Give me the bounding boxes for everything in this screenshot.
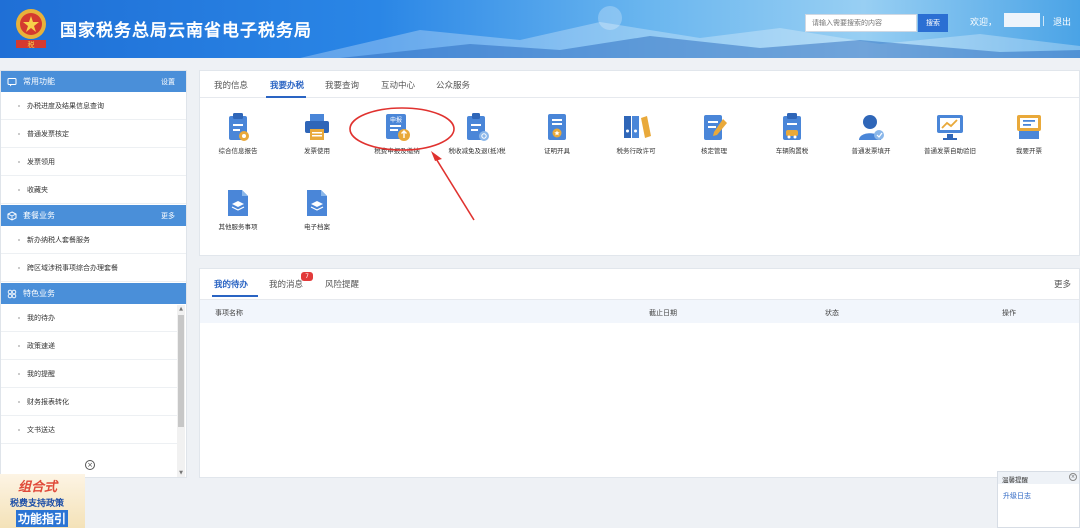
site-header: 税 国家税务总局云南省电子税务局 搜索 欢迎， 退出 xyxy=(0,0,1080,58)
column-header: 操作 xyxy=(1002,309,1016,317)
svg-text:税: 税 xyxy=(28,40,35,49)
scroll-down-arrow-icon[interactable]: ▼ xyxy=(177,469,185,477)
sidebar-item[interactable]: 我的待办 xyxy=(1,304,177,332)
sidebar-item[interactable]: 跨区域涉税事项综合办理套餐 xyxy=(1,254,186,282)
more-link[interactable]: 更多 xyxy=(161,211,175,221)
scroll-thumb[interactable] xyxy=(178,315,184,427)
chat-bubble-icon xyxy=(7,77,17,86)
tab-my-messages[interactable]: 我的消息 xyxy=(269,278,303,290)
annotation-arrow-head-icon xyxy=(431,151,442,161)
close-icon[interactable]: × xyxy=(1069,473,1077,481)
sidebar-section-special[interactable]: 特色业务 xyxy=(1,283,186,304)
search-button[interactable]: 搜索 xyxy=(918,14,948,32)
notice-popup: 温馨提醒 × 升级日志 xyxy=(997,471,1080,528)
sidebar-item[interactable]: 收藏夹 xyxy=(1,176,186,204)
sidebar-item[interactable]: 普通发票核定 xyxy=(1,120,186,148)
sidebar-item[interactable]: 政策速递 xyxy=(1,332,177,360)
sidebar-item[interactable]: 财务报表转化 xyxy=(1,388,177,416)
settings-link[interactable]: 设置 xyxy=(161,77,175,87)
promo-close-icon[interactable]: × xyxy=(85,460,95,470)
site-title: 国家税务总局云南省电子税务局 xyxy=(60,21,312,41)
logout-link[interactable]: 退出 xyxy=(1053,15,1071,28)
tasks-panel: 我的待办 我的消息 7 风险提醒 更多 事项名称 截止日期 状态 操作 xyxy=(199,268,1080,478)
promo-line: 功能指引 xyxy=(16,510,69,527)
active-tab-indicator xyxy=(212,295,258,297)
sidebar-item[interactable]: 办税进度及结果信息查询 xyxy=(1,92,186,120)
sidebar: 常用功能 设置 办税进度及结果信息查询 普通发票核定 发票领用 收藏夹 套餐业务… xyxy=(0,70,187,478)
scroll-up-arrow-icon[interactable]: ▲ xyxy=(177,305,185,313)
section-title: 常用功能 xyxy=(23,77,55,86)
policy-guide-banner[interactable]: 组合式 税费支持政策 功能指引 xyxy=(0,474,85,528)
more-link[interactable]: 更多 xyxy=(1054,278,1071,290)
notice-title: 温馨提醒 xyxy=(998,472,1079,484)
sidebar-section-common[interactable]: 常用功能 设置 xyxy=(1,71,186,92)
section-title: 套餐业务 xyxy=(23,211,55,220)
promo-line: 税费支持政策 xyxy=(10,499,65,509)
upgrade-log-link[interactable]: 升级日志 xyxy=(1003,491,1031,501)
sidebar-item[interactable]: 文书送达 xyxy=(1,416,177,444)
table-header: 事项名称 截止日期 状态 操作 xyxy=(200,299,1079,323)
annotation-overlay xyxy=(349,107,475,221)
column-header: 截止日期 xyxy=(649,309,677,317)
annotation-arrow-line xyxy=(434,156,475,221)
cube-icon xyxy=(7,210,17,221)
sidebar-item[interactable]: 发票领用 xyxy=(1,148,186,176)
tab-my-todo[interactable]: 我的待办 xyxy=(214,278,248,290)
grid-icon xyxy=(7,289,17,298)
sidebar-item[interactable]: 我的提醒 xyxy=(1,360,177,388)
promo-line: 组合式 xyxy=(18,480,58,495)
column-header: 事项名称 xyxy=(215,309,243,317)
username-masked[interactable] xyxy=(1004,13,1040,27)
welcome-text: 欢迎， xyxy=(970,18,998,28)
tab-risk-alert[interactable]: 风险提醒 xyxy=(325,278,359,290)
service-panel: 我的信息 我要办税 我要查询 互动中心 公众服务 综合信息报告 发票使用 申报 … xyxy=(199,70,1080,256)
search-input[interactable] xyxy=(805,14,917,32)
column-header: 状态 xyxy=(825,309,839,317)
sidebar-section-package[interactable]: 套餐业务 更多 xyxy=(1,205,186,226)
sidebar-item[interactable]: 新办纳税人套餐服务 xyxy=(1,226,186,254)
highlight-ellipse xyxy=(349,107,455,151)
section-title: 特色业务 xyxy=(23,289,55,298)
header-divider xyxy=(1043,16,1044,26)
sidebar-scrollbar[interactable]: ▲ ▼ xyxy=(177,305,185,477)
message-count-badge: 7 xyxy=(301,272,313,281)
tax-emblem-icon: 税 xyxy=(16,9,46,49)
